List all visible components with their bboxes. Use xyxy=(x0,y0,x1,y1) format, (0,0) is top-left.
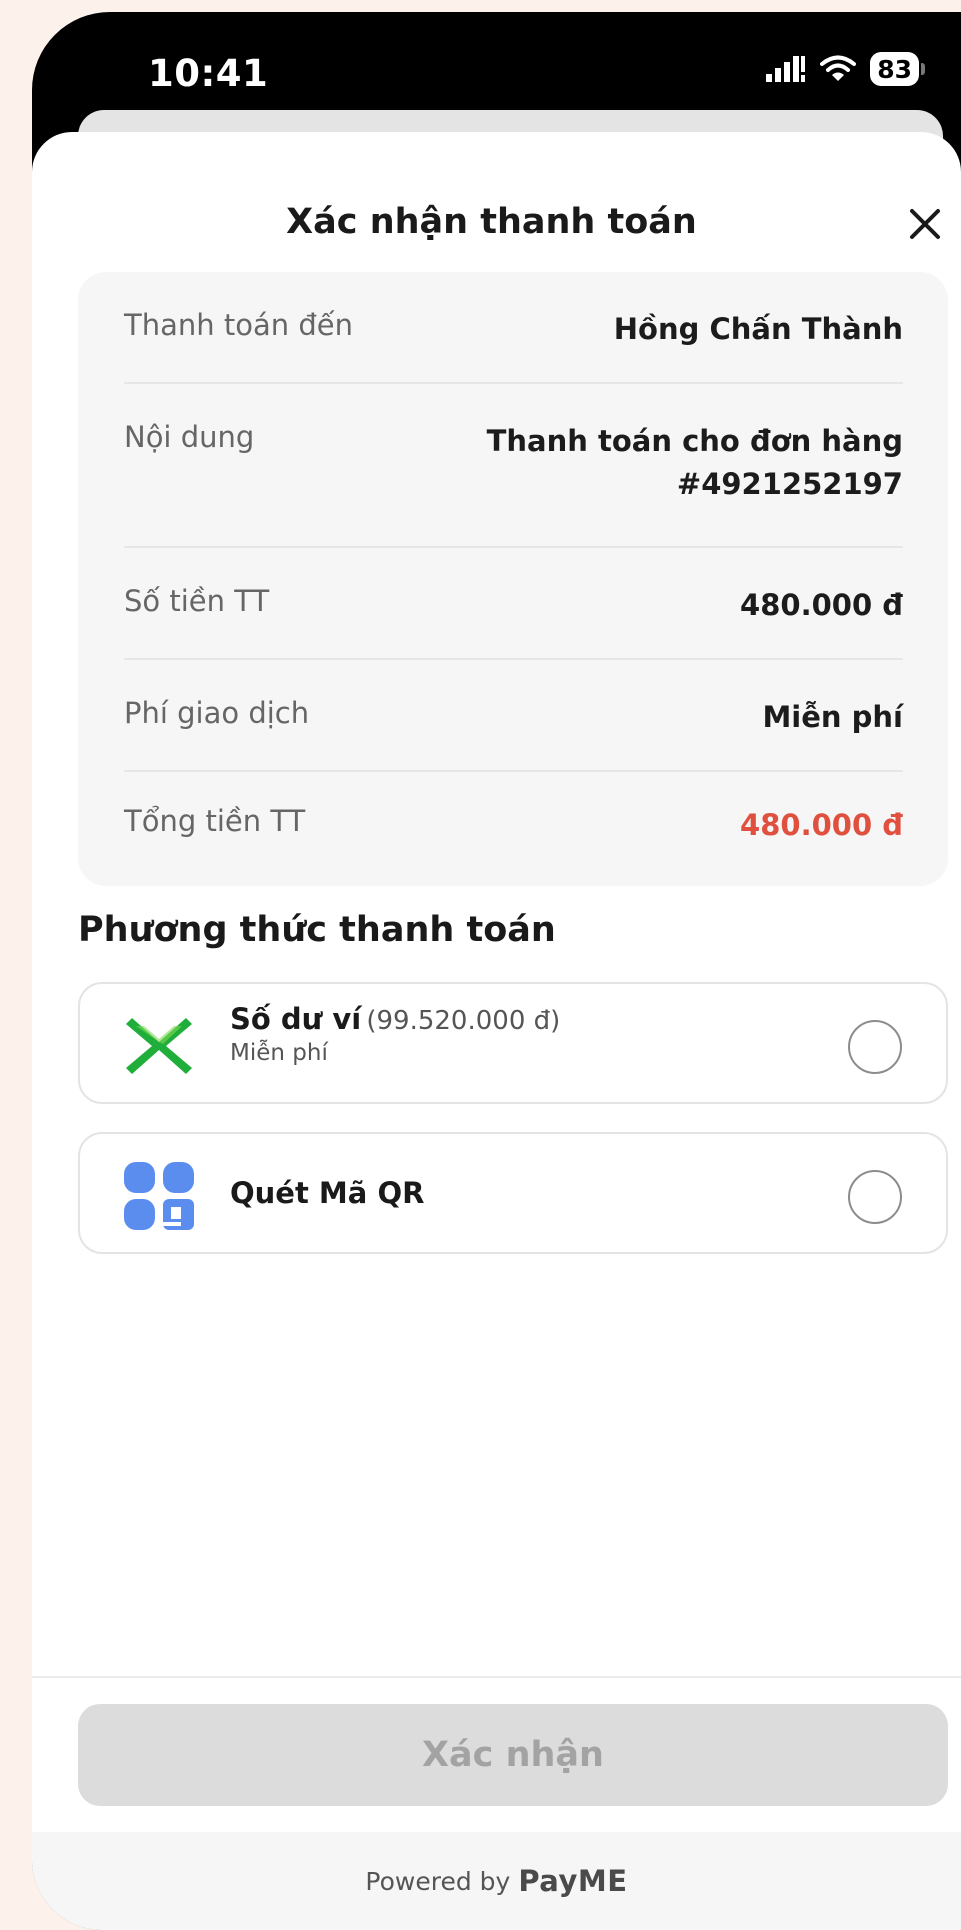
method-name-line: Số dư ví (99.520.000 đ) xyxy=(230,1002,560,1036)
close-icon xyxy=(910,209,940,239)
method-fee: Miễn phí xyxy=(230,1040,328,1066)
row-label: Nội dung xyxy=(124,420,255,454)
row-label: Thanh toán đến xyxy=(124,308,353,342)
payment-method-wallet[interactable]: Số dư ví (99.520.000 đ) Miễn phí xyxy=(78,982,948,1104)
sheet-title: Xác nhận thanh toán xyxy=(286,202,697,242)
battery-indicator: 83 xyxy=(870,52,919,86)
payment-method-qr[interactable]: Quét Mã QR xyxy=(78,1132,948,1254)
radio-wallet[interactable] xyxy=(848,1020,902,1074)
powered-by-label: Powered by xyxy=(365,1866,511,1896)
row-value: 480.000 đ xyxy=(740,588,903,622)
method-name: Số dư ví xyxy=(230,1002,362,1036)
payme-logo: PayME xyxy=(518,1864,628,1898)
total-value: 480.000 đ xyxy=(740,808,903,842)
row-label: Tổng tiền TT xyxy=(124,804,306,838)
status-icons: 83 xyxy=(766,52,925,86)
row-value-line1: Thanh toán cho đơn hàng xyxy=(486,424,903,458)
phone-frame: 10:41 83 Xác nhận thanh toán Thanh toán … xyxy=(32,12,961,1930)
qr-scan-icon xyxy=(124,1162,194,1230)
summary-row-recipient: Thanh toán đến Hồng Chấn Thành xyxy=(124,272,903,384)
status-bar: 10:41 83 xyxy=(32,12,961,122)
method-text: Quét Mã QR xyxy=(230,1176,424,1210)
summary-row-total: Tổng tiền TT 480.000 đ xyxy=(124,772,903,882)
wifi-icon xyxy=(820,55,857,81)
summary-row-content: Nội dung Thanh toán cho đơn hàng #492125… xyxy=(124,384,903,548)
wallet-x-icon xyxy=(126,1018,192,1074)
summary-row-fee: Phí giao dịch Miễn phí xyxy=(124,660,903,772)
wallet-balance: (99.520.000 đ) xyxy=(366,1006,561,1036)
confirm-button[interactable]: Xác nhận xyxy=(78,1704,948,1806)
row-value: Thanh toán cho đơn hàng #4921252197 xyxy=(487,420,903,506)
close-button[interactable] xyxy=(899,198,951,250)
method-text: Số dư ví (99.520.000 đ) Miễn phí xyxy=(230,1002,560,1066)
row-value-line2: #4921252197 xyxy=(676,467,903,501)
row-label: Số tiền TT xyxy=(124,584,270,618)
footer-divider xyxy=(32,1676,961,1678)
payment-method-title: Phương thức thanh toán xyxy=(78,910,556,950)
payment-confirm-sheet: Xác nhận thanh toán Thanh toán đến Hồng … xyxy=(32,132,961,1930)
payment-summary: Thanh toán đến Hồng Chấn Thành Nội dung … xyxy=(78,272,948,886)
status-time: 10:41 xyxy=(148,52,269,95)
row-label: Phí giao dịch xyxy=(124,696,310,730)
summary-row-amount: Số tiền TT 480.000 đ xyxy=(124,548,903,660)
row-value: Hồng Chấn Thành xyxy=(613,312,903,346)
signal-icon xyxy=(766,56,806,82)
radio-qr[interactable] xyxy=(848,1170,902,1224)
battery-cap xyxy=(921,63,925,75)
row-value: Miễn phí xyxy=(762,700,903,734)
powered-by-footer: Powered by PayME xyxy=(32,1832,961,1930)
method-name: Quét Mã QR xyxy=(230,1176,425,1210)
